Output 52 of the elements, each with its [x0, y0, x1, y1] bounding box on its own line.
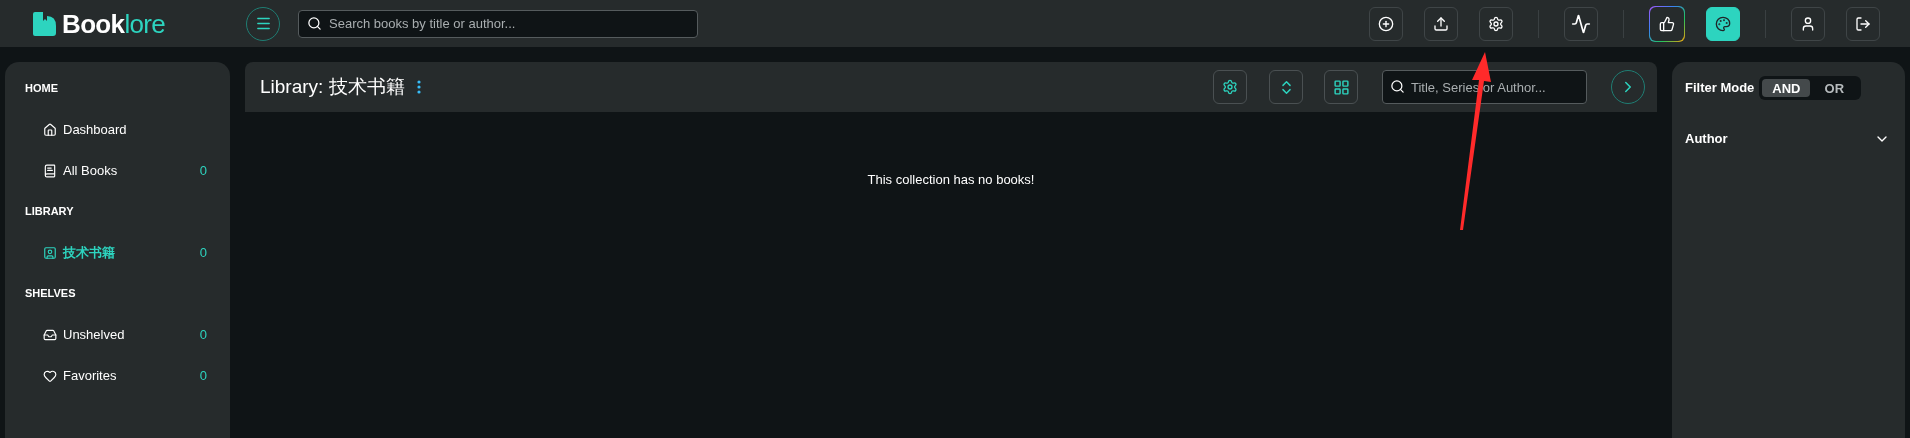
logo-text: Booklore [62, 10, 166, 37]
section-heading: LIBRARY [25, 204, 75, 219]
section-heading: HOME [25, 81, 59, 96]
filter-mode-label: Filter Mode [1685, 79, 1755, 98]
library-icon [43, 245, 57, 260]
sidebar-item[interactable]: All Books 0 [25, 150, 210, 191]
item-count: 0 [199, 325, 207, 344]
inbox-icon [43, 327, 57, 342]
search-icon [1390, 79, 1405, 94]
mode-option[interactable]: OR [1810, 79, 1859, 97]
upload-button[interactable] [1424, 6, 1458, 41]
add-icon [1378, 15, 1394, 32]
view-settings-button[interactable] [1213, 70, 1247, 104]
upload-icon [1433, 15, 1449, 32]
search-icon [307, 15, 322, 31]
grid-icon [1332, 78, 1350, 96]
settings-icon [1488, 15, 1504, 32]
settings-icon [1222, 79, 1238, 95]
user-button[interactable] [1791, 6, 1825, 41]
sort-button[interactable] [1269, 70, 1303, 104]
filter-section-header[interactable]: Author [1685, 129, 1892, 149]
library-title: Library: 技术书籍 [260, 74, 405, 99]
menu-icon [254, 15, 272, 32]
mode-option[interactable]: AND [1762, 79, 1811, 97]
logout-button[interactable] [1846, 6, 1880, 41]
palette-icon [1715, 15, 1731, 32]
section-heading: SHELVES [25, 286, 77, 301]
home-icon [43, 122, 57, 137]
thumbs-up-icon [1659, 15, 1675, 32]
add-button[interactable] [1369, 6, 1403, 41]
item-count: 0 [199, 366, 207, 385]
heart-icon [43, 368, 57, 383]
pulse-icon [1571, 13, 1591, 34]
user-icon [1800, 15, 1816, 32]
item-count: 0 [199, 161, 207, 180]
settings-button[interactable] [1479, 6, 1513, 41]
booklore-logo[interactable]: Booklore [31, 10, 231, 37]
item-count: 0 [199, 243, 207, 262]
sidebar-item[interactable]: Dashboard [25, 109, 210, 150]
like-button[interactable] [1650, 6, 1684, 41]
grid-view-button[interactable] [1324, 70, 1358, 104]
sidebar-item[interactable]: Unshelved 0 [25, 314, 210, 355]
activity-button[interactable] [1564, 6, 1598, 41]
search-field[interactable]: Search books by title or author... [298, 9, 698, 38]
more-icon [416, 80, 421, 94]
empty-message: This collection has no books! [867, 171, 1035, 186]
theme-button[interactable] [1706, 6, 1740, 41]
sidebar-item[interactable]: 技术书籍 0 [25, 232, 210, 273]
logo-icon [31, 10, 58, 37]
book-icon [43, 163, 57, 178]
sidebar-item[interactable]: Favorites 0 [25, 355, 210, 396]
logout-icon [1855, 15, 1871, 32]
